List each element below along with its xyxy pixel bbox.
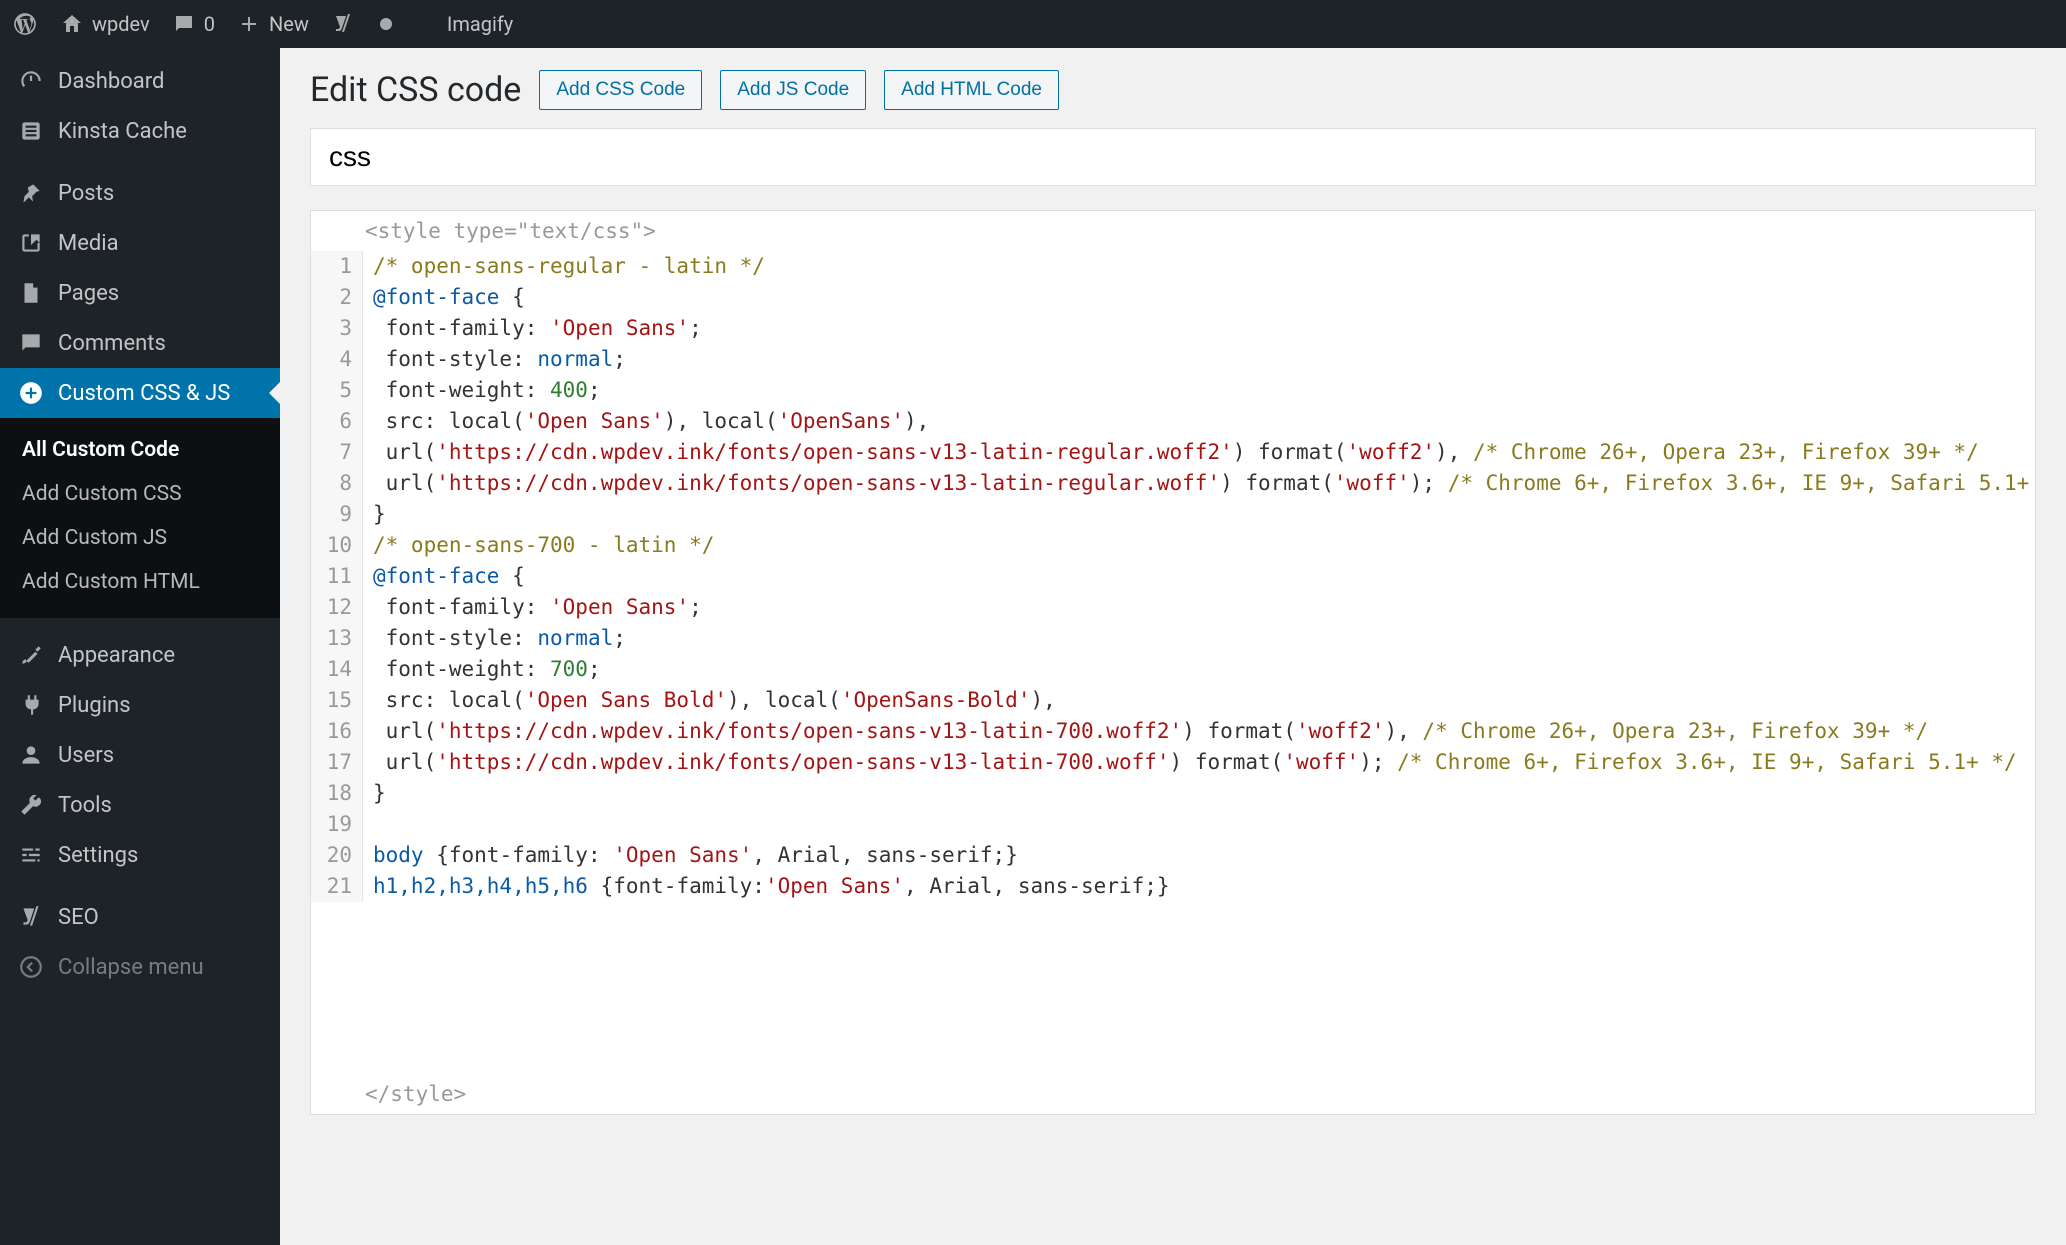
editor-gutter: 123456789101112131415161718192021 — [311, 251, 363, 902]
wrench-icon — [18, 792, 44, 818]
sidebar-item-settings[interactable]: Settings — [0, 830, 280, 880]
yoast-link[interactable] — [331, 12, 355, 36]
dashboard-icon — [18, 68, 44, 94]
media-icon — [18, 230, 44, 256]
comment-icon — [18, 330, 44, 356]
editor-open-tag: <style type="text/css"> — [311, 211, 2035, 251]
sidebar-item-tools[interactable]: Tools — [0, 780, 280, 830]
page-title: Edit CSS code — [310, 70, 521, 110]
sidebar-label: Dashboard — [58, 69, 164, 94]
page-heading-row: Edit CSS code Add CSS Code Add JS Code A… — [310, 70, 2036, 110]
sidebar-item-media[interactable]: Media — [0, 218, 280, 268]
editor-code[interactable]: /* open-sans-regular - latin */@font-fac… — [363, 251, 2035, 902]
circle-icon — [377, 15, 395, 33]
sidebar-label: Kinsta Cache — [58, 119, 187, 144]
status-dot[interactable] — [377, 15, 395, 33]
code-editor[interactable]: <style type="text/css"> 1234567891011121… — [310, 210, 2036, 1115]
sidebar-item-dashboard[interactable]: Dashboard — [0, 56, 280, 106]
comments-link[interactable]: 0 — [172, 12, 215, 36]
plus-circle-icon — [18, 380, 44, 406]
submenu-all-code[interactable]: All Custom Code — [0, 428, 280, 472]
collapse-icon — [18, 954, 44, 980]
sidebar-label: Users — [58, 743, 114, 768]
sidebar-label: Appearance — [58, 643, 175, 668]
admin-sidebar: Dashboard Kinsta Cache Posts Media Pages… — [0, 48, 280, 1245]
admin-bar: wpdev 0 New Imagify — [0, 0, 2066, 48]
page-icon — [18, 280, 44, 306]
wp-logo[interactable] — [12, 11, 38, 37]
sidebar-label: Plugins — [58, 693, 131, 718]
add-html-button[interactable]: Add HTML Code — [884, 70, 1059, 110]
yoast-icon — [18, 904, 44, 930]
sidebar-label: Comments — [58, 331, 166, 356]
sidebar-label: Collapse menu — [58, 955, 204, 980]
sidebar-item-custom-css-js[interactable]: Custom CSS & JS — [0, 368, 280, 418]
sidebar-item-pages[interactable]: Pages — [0, 268, 280, 318]
comments-count: 0 — [204, 12, 215, 36]
user-icon — [18, 742, 44, 768]
site-name: wpdev — [92, 12, 150, 36]
sidebar-item-comments[interactable]: Comments — [0, 318, 280, 368]
pin-icon — [18, 180, 44, 206]
sidebar-label: Posts — [58, 181, 114, 206]
sidebar-item-appearance[interactable]: Appearance — [0, 630, 280, 680]
sidebar-item-users[interactable]: Users — [0, 730, 280, 780]
sidebar-item-plugins[interactable]: Plugins — [0, 680, 280, 730]
code-title-input[interactable] — [310, 128, 2036, 186]
home-icon — [60, 12, 84, 36]
sidebar-label: SEO — [58, 905, 99, 930]
sliders-icon — [18, 842, 44, 868]
sidebar-item-kinsta[interactable]: Kinsta Cache — [0, 106, 280, 156]
new-label: New — [269, 12, 309, 36]
sidebar-label: Custom CSS & JS — [58, 381, 230, 406]
comment-icon — [172, 12, 196, 36]
new-content[interactable]: New — [237, 12, 309, 36]
main-content: Edit CSS code Add CSS Code Add JS Code A… — [280, 48, 2066, 1245]
sidebar-label: Media — [58, 231, 119, 256]
submenu-add-html[interactable]: Add Custom HTML — [0, 560, 280, 604]
sidebar-item-collapse[interactable]: Collapse menu — [0, 942, 280, 992]
editor-close-tag: </style> — [311, 902, 2035, 1114]
imagify-link[interactable]: Imagify — [447, 12, 513, 36]
plugin-icon — [18, 692, 44, 718]
submenu-add-js[interactable]: Add Custom JS — [0, 516, 280, 560]
imagify-label: Imagify — [447, 12, 513, 36]
cache-icon — [18, 118, 44, 144]
sidebar-submenu: All Custom Code Add Custom CSS Add Custo… — [0, 418, 280, 618]
add-css-button[interactable]: Add CSS Code — [539, 70, 702, 110]
brush-icon — [18, 642, 44, 668]
sidebar-label: Pages — [58, 281, 119, 306]
add-js-button[interactable]: Add JS Code — [720, 70, 866, 110]
sidebar-label: Tools — [58, 793, 112, 818]
site-home[interactable]: wpdev — [60, 12, 150, 36]
sidebar-item-posts[interactable]: Posts — [0, 168, 280, 218]
yoast-icon — [331, 12, 355, 36]
submenu-add-css[interactable]: Add Custom CSS — [0, 472, 280, 516]
sidebar-item-seo[interactable]: SEO — [0, 892, 280, 942]
plus-icon — [237, 12, 261, 36]
sidebar-label: Settings — [58, 843, 138, 868]
